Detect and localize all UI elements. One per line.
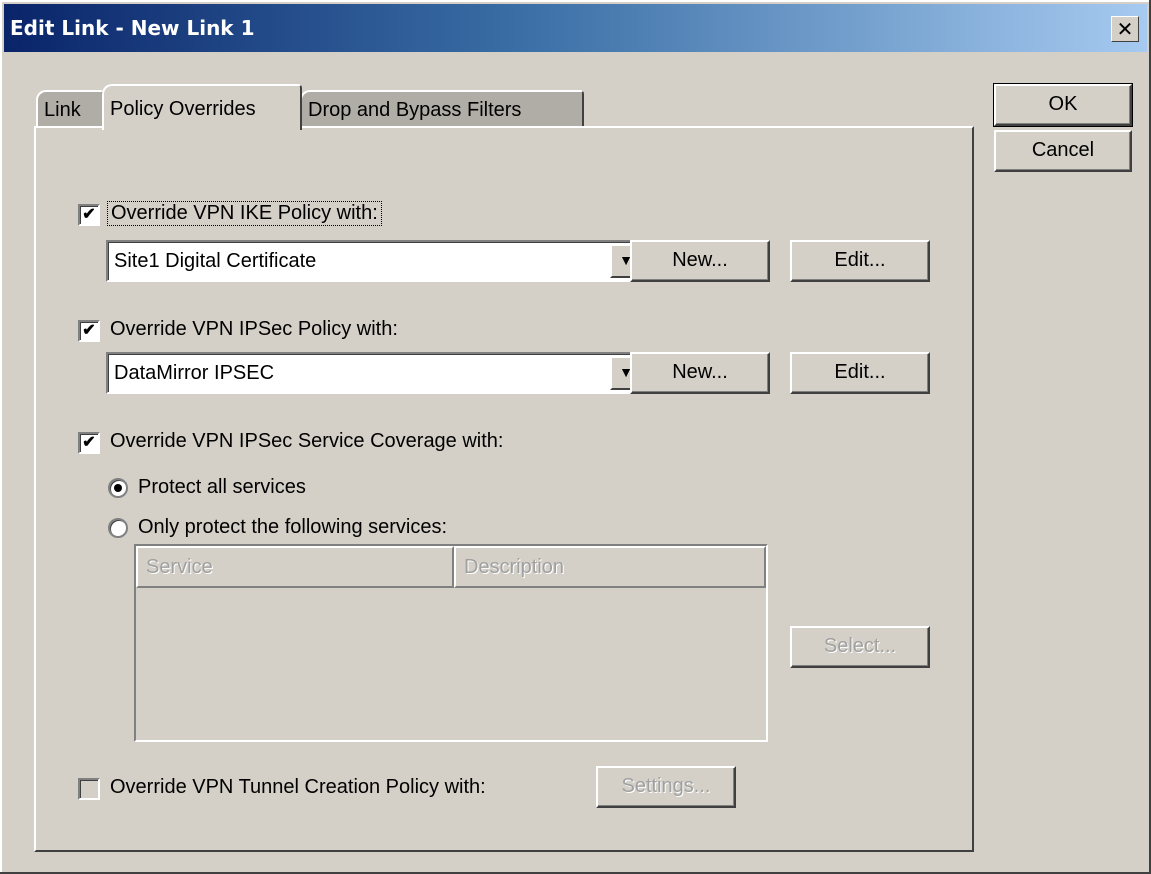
ike-edit-button[interactable]: Edit... — [790, 240, 930, 282]
ok-button[interactable]: OK — [993, 83, 1133, 127]
window-title: Edit Link - New Link 1 — [10, 16, 255, 40]
select-services-button[interactable]: Select... — [790, 626, 930, 668]
override-coverage-checkbox[interactable]: ✔ — [78, 432, 100, 454]
override-ipsec-label: Override VPN IPSec Policy with: — [110, 318, 398, 340]
override-tunnel-checkbox[interactable] — [78, 778, 100, 800]
ipsec-edit-button[interactable]: Edit... — [790, 352, 930, 394]
override-ike-checkbox[interactable]: ✔ — [78, 204, 100, 226]
override-coverage-label: Override VPN IPSec Service Coverage with… — [110, 430, 504, 452]
override-ipsec-checkbox[interactable]: ✔ — [78, 320, 100, 342]
edit-link-dialog: Edit Link - New Link 1 ✕ OK Cancel Link … — [0, 0, 1151, 874]
protect-all-radio[interactable] — [108, 478, 128, 498]
override-ike-label: Override VPN IKE Policy with: — [107, 201, 382, 226]
ike-new-button[interactable]: New... — [630, 240, 770, 282]
tab-policy-overrides[interactable]: Policy Overrides — [102, 84, 302, 130]
cancel-button[interactable]: Cancel — [994, 130, 1132, 172]
ike-policy-select[interactable]: Site1 Digital Certificate ▼ — [106, 240, 646, 282]
policy-overrides-panel: ✔ Override VPN IKE Policy with: Site1 Di… — [34, 126, 974, 852]
tab-drop-and-bypass-filters[interactable]: Drop and Bypass Filters — [300, 90, 584, 128]
protect-all-label: Protect all services — [138, 476, 306, 498]
ipsec-policy-select[interactable]: DataMirror IPSEC ▼ — [106, 352, 646, 394]
protect-selected-radio[interactable] — [108, 518, 128, 538]
close-icon[interactable]: ✕ — [1111, 16, 1139, 42]
override-tunnel-label: Override VPN Tunnel Creation Policy with… — [110, 776, 486, 798]
title-bar[interactable]: Edit Link - New Link 1 ✕ — [4, 4, 1147, 52]
tab-link[interactable]: Link — [36, 90, 104, 128]
tunnel-settings-button[interactable]: Settings... — [596, 766, 736, 808]
protect-selected-label: Only protect the following services: — [138, 516, 448, 538]
ike-policy-value: Site1 Digital Certificate — [114, 250, 317, 272]
ipsec-policy-value: DataMirror IPSEC — [114, 362, 275, 384]
ipsec-new-button[interactable]: New... — [630, 352, 770, 394]
